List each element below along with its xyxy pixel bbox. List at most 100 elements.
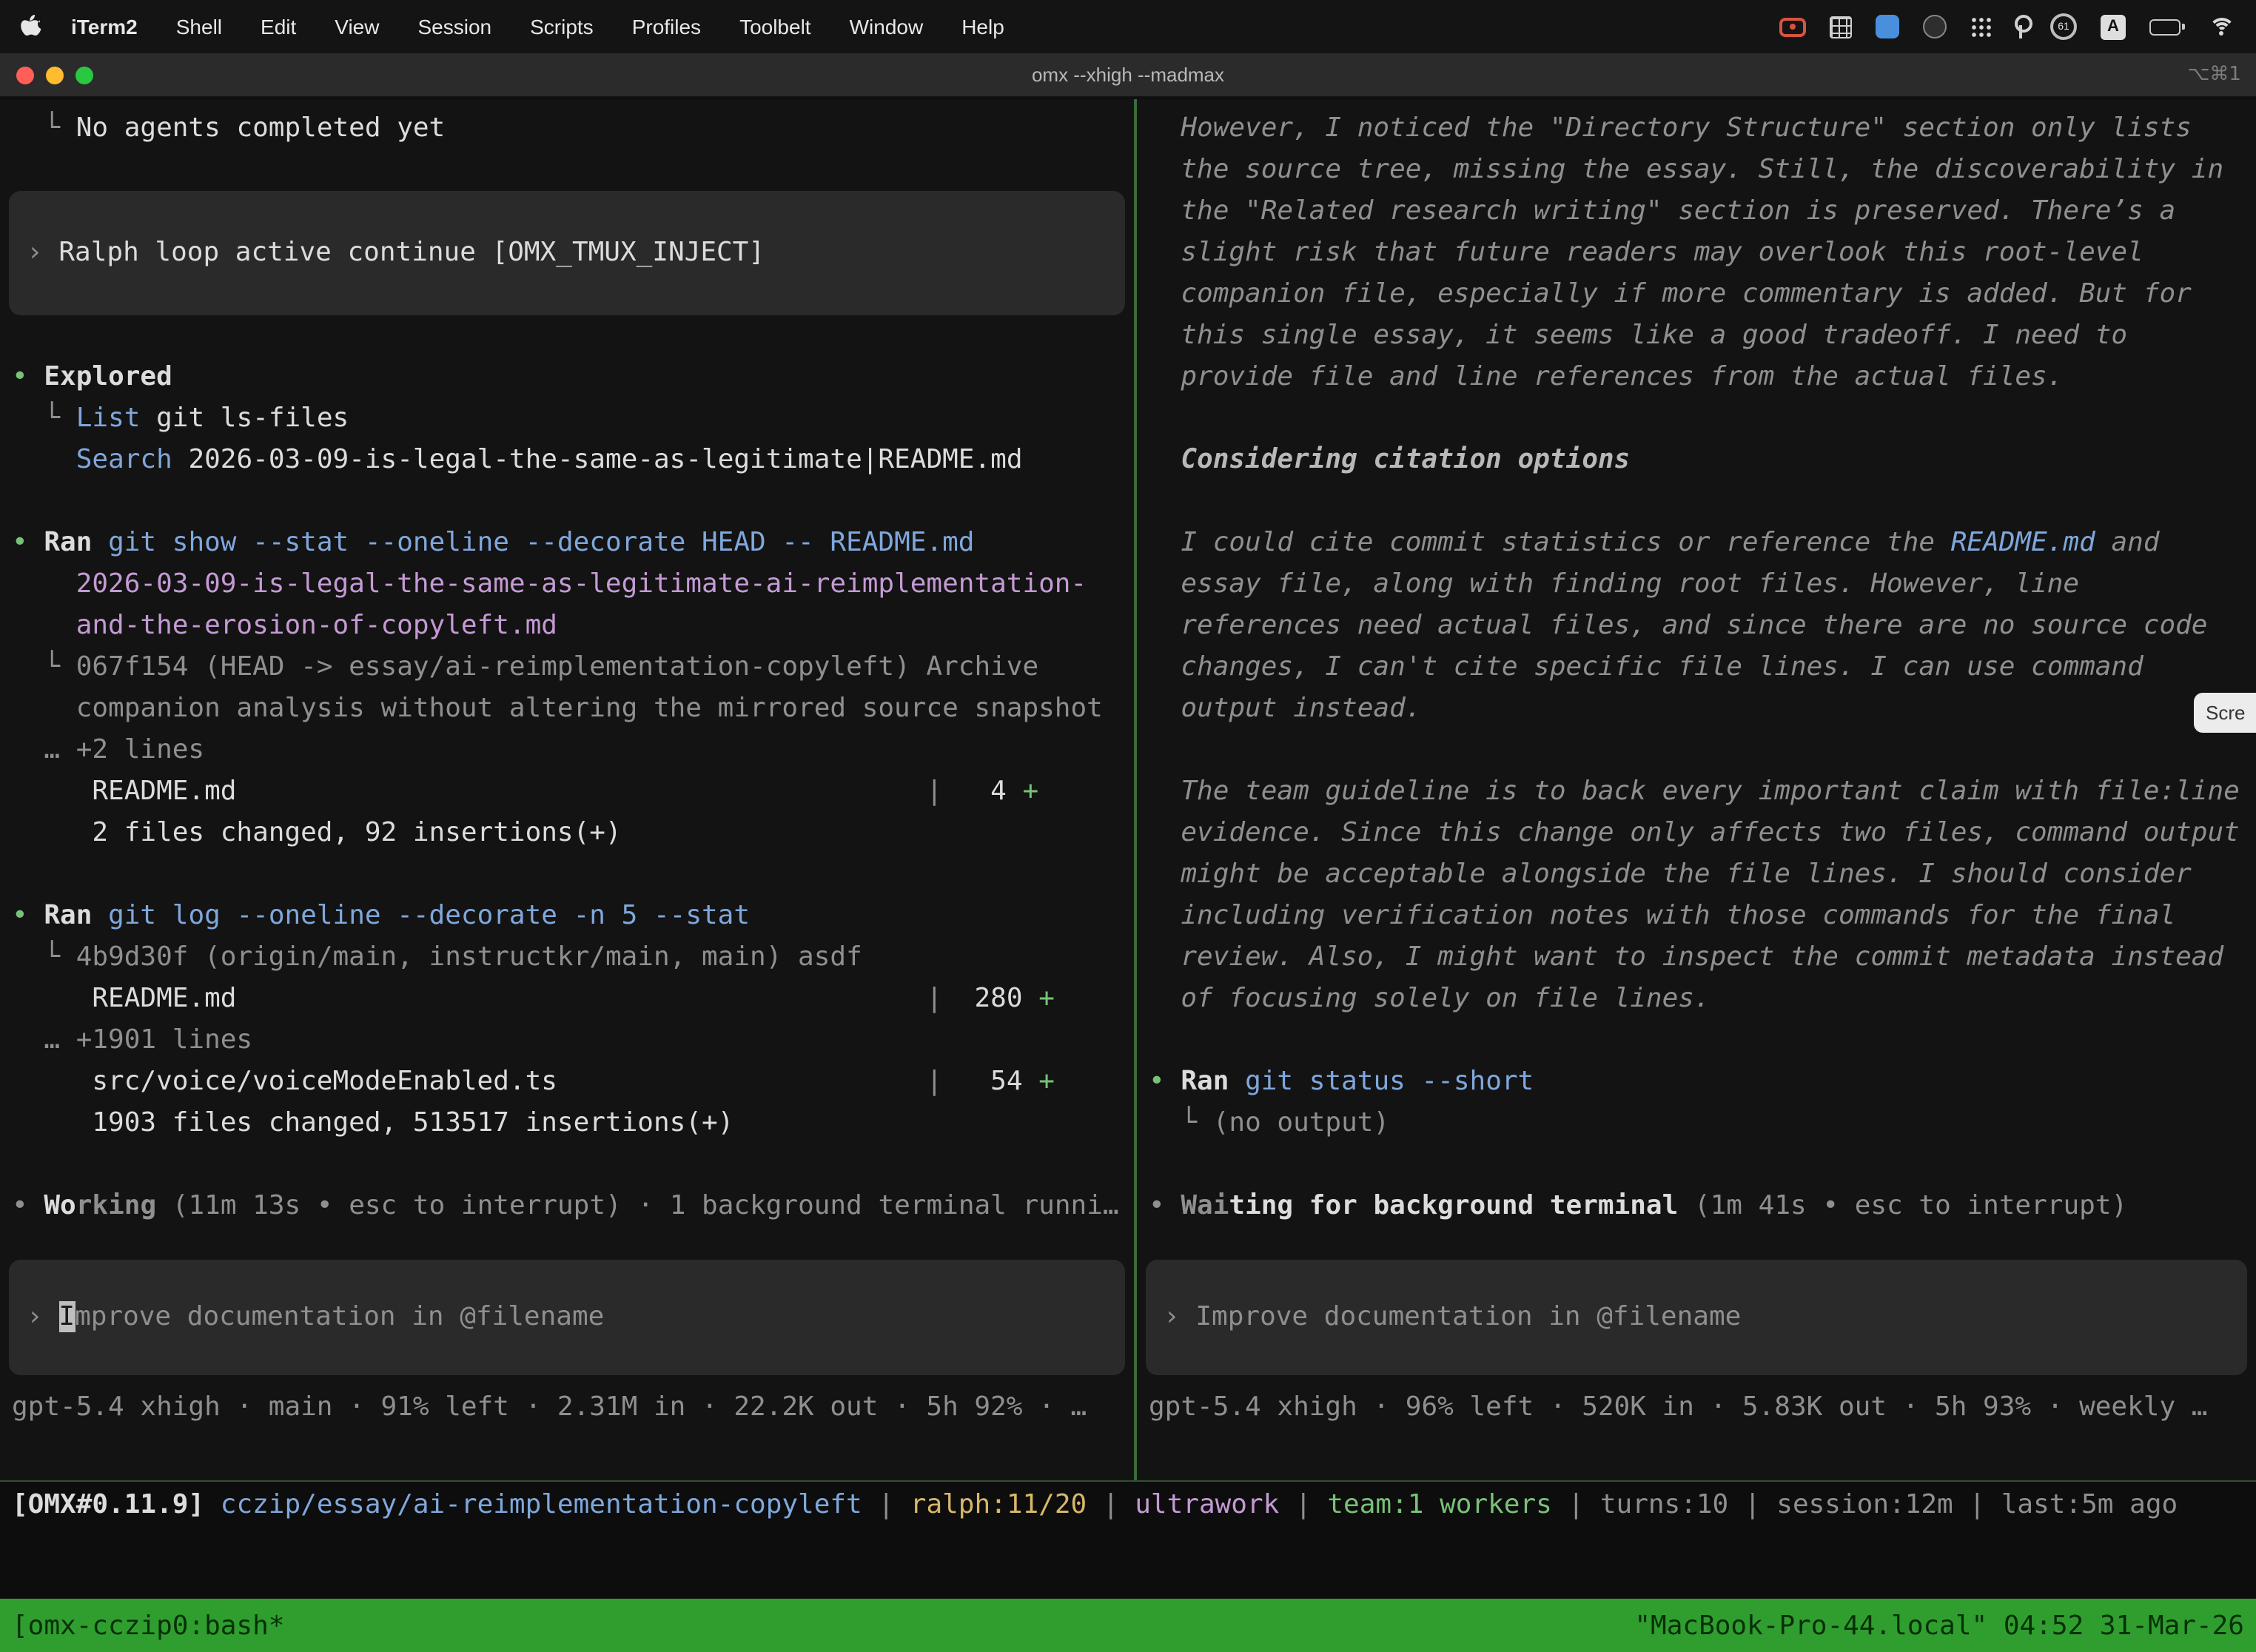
ralph-loop-notice: › Ralph loop active continue [OMX_TMUX_I… — [9, 191, 1125, 315]
dots-grid-icon[interactable] — [1970, 16, 1991, 37]
terminal-line — [1149, 730, 2256, 771]
menu-bar: iTerm2 Shell Edit View Session Scripts Profile… — [0, 0, 2256, 53]
terminal-line: └ List git ls-files — [12, 398, 1134, 440]
window-shortcut-hint: ⌥⌘1 — [2187, 64, 2241, 86]
terminal-line — [1149, 398, 2256, 440]
close-button[interactable] — [16, 66, 34, 84]
terminal-line: Search 2026-03-09-is-legal-the-same-as-l… — [12, 440, 1134, 481]
screen-recording-indicator-icon[interactable] — [1779, 17, 1806, 36]
terminal-line: └ (no output) — [1149, 1103, 2256, 1144]
menu-items: iTerm2 Shell Edit View Session Scripts Profile… — [71, 15, 1004, 38]
terminal-line: • Ran git show --stat --oneline --decora… — [12, 523, 1134, 564]
battery-icon[interactable] — [2149, 19, 2185, 35]
zoom-button[interactable] — [75, 66, 93, 84]
input-source-letter: A — [2107, 18, 2119, 36]
terminal-line: the source tree, missing the essay. Stil… — [1149, 150, 2256, 191]
menu-item-shell[interactable]: Shell — [176, 15, 222, 38]
battery-gauge-label: 61 — [2058, 21, 2069, 32]
terminal-line — [12, 481, 1134, 523]
terminal-line: • Ran git log --oneline --decorate -n 5 … — [12, 896, 1134, 937]
terminal-line: … +1901 lines — [12, 1020, 1134, 1061]
terminal-line: The team guideline is to back every impo… — [1149, 771, 2256, 813]
notice-text: Ralph loop active continue [OMX_TMUX_INJ… — [58, 237, 765, 268]
screen-overlay-tab[interactable]: Scre — [2194, 693, 2256, 733]
terminal-line: └ 067f154 (HEAD -> essay/ai-reimplementa… — [12, 647, 1134, 688]
terminal-line: README.md | 4 + — [12, 771, 1134, 813]
minimize-button[interactable] — [46, 66, 64, 84]
key-icon[interactable] — [2015, 15, 2027, 38]
terminal-line: companion analysis without altering the … — [12, 688, 1134, 730]
terminal-line — [1149, 481, 2256, 523]
terminal-line: and-the-erosion-of-copyleft.md — [12, 605, 1134, 647]
output-block: • Explored └ List git ls-files Search 20… — [12, 315, 1134, 1227]
terminal-line: Considering citation options — [1149, 440, 2256, 481]
terminal-line: └ 4b9d30f (origin/main, instructkr/main,… — [12, 937, 1134, 978]
apple-menu[interactable] — [21, 15, 41, 38]
output-block: However, I noticed the "Directory Struct… — [1149, 108, 2256, 1227]
prompt-input-right[interactable]: › Improve documentation in @filename — [1146, 1260, 2247, 1375]
input-prompt: › — [1164, 1301, 1195, 1332]
terminal-line: • Ran git status --short — [1149, 1061, 2256, 1103]
output-block: └ No agents completed yet — [12, 108, 1134, 191]
window-grid-icon[interactable] — [1830, 16, 1852, 38]
tmux-status-bar: [omx-cczip0:bash* "MacBook-Pro-44.local"… — [0, 1599, 2256, 1652]
dark-app-icon[interactable] — [1923, 15, 1947, 38]
model-status-right: gpt-5.4 xhigh · 96% left · 520K in · 5.8… — [1149, 1387, 2256, 1428]
tmux-session-label: [omx-cczip0:bash* — [12, 1610, 284, 1641]
blue-app-icon[interactable] — [1876, 15, 1899, 38]
menu-item-iterm2[interactable]: iTerm2 — [71, 15, 138, 38]
terminal-line: src/voice/voiceModeEnabled.ts | 54 + — [12, 1061, 1134, 1103]
terminal-line: … +2 lines — [12, 730, 1134, 771]
terminal-line: companion file, especially if more comme… — [1149, 274, 2256, 315]
input-placeholder: Improve documentation in @filename — [1195, 1301, 1741, 1332]
terminal-line: provide file and line references from th… — [1149, 357, 2256, 398]
menu-status-icons: 61 A — [1779, 13, 2235, 40]
input-source-icon[interactable]: A — [2101, 14, 2126, 39]
window-title: omx --xhigh --madmax — [0, 64, 2256, 86]
menu-item-edit[interactable]: Edit — [261, 15, 296, 38]
notice-prompt: › — [27, 237, 58, 268]
terminal-line: essay file, along with finding root file… — [1149, 564, 2256, 605]
menu-item-profiles[interactable]: Profiles — [632, 15, 701, 38]
terminal-line: of focusing solely on file lines. — [1149, 978, 2256, 1020]
apple-logo-icon — [21, 15, 41, 38]
terminal-line: └ No agents completed yet — [12, 108, 1134, 150]
prompt-input-left[interactable]: › Improve documentation in @filename — [9, 1260, 1125, 1375]
terminal-line: I could cite commit statistics or refere… — [1149, 523, 2256, 564]
battery-gauge-icon[interactable]: 61 — [2050, 13, 2077, 40]
menu-item-toolbelt[interactable]: Toolbelt — [739, 15, 811, 38]
window-controls — [16, 66, 93, 84]
screen: iTerm2 Shell Edit View Session Scripts Profile… — [0, 0, 2256, 1652]
terminal-line: including verification notes with those … — [1149, 896, 2256, 937]
terminal-line — [12, 854, 1134, 896]
terminal-line: review. Also, I might want to inspect th… — [1149, 937, 2256, 978]
terminal-line: • Working (11m 13s • esc to interrupt) ·… — [12, 1186, 1134, 1227]
menu-item-scripts[interactable]: Scripts — [530, 15, 594, 38]
menu-item-help[interactable]: Help — [961, 15, 1004, 38]
window-title-bar[interactable]: omx --xhigh --madmax ⌥⌘1 — [0, 53, 2256, 98]
terminal-line: output instead. — [1149, 688, 2256, 730]
omx-status-line: [OMX#0.11.9] cczip/essay/ai-reimplementa… — [0, 1485, 2256, 1526]
tmux-host-clock: "MacBook-Pro-44.local" 04:52 31-Mar-26 — [1634, 1610, 2244, 1641]
menu-item-window[interactable]: Window — [850, 15, 924, 38]
menu-item-view[interactable]: View — [335, 15, 379, 38]
input-prompt: › — [27, 1301, 58, 1332]
terminal-line: evidence. Since this change only affects… — [1149, 813, 2256, 854]
terminal-line: changes, I can't cite specific file line… — [1149, 647, 2256, 688]
menu-item-session[interactable]: Session — [417, 15, 491, 38]
input-placeholder: mprove documentation in @filename — [75, 1301, 604, 1332]
right-agent-pane: However, I noticed the "Directory Struct… — [1137, 99, 2256, 1480]
terminal-line: • Waiting for background terminal (1m 41… — [1149, 1186, 2256, 1227]
terminal-line: README.md | 280 + — [12, 978, 1134, 1020]
terminal-line: might be acceptable alongside the file l… — [1149, 854, 2256, 896]
wifi-icon[interactable] — [2209, 16, 2235, 37]
terminal-line: • Explored — [12, 357, 1134, 398]
terminal-line: 1903 files changed, 513517 insertions(+) — [12, 1103, 1134, 1144]
terminal-line: 2 files changed, 92 insertions(+) — [12, 813, 1134, 854]
terminal-content: └ No agents completed yet › Ralph loop a… — [0, 99, 2256, 1482]
left-agent-pane: └ No agents completed yet › Ralph loop a… — [0, 99, 1137, 1480]
terminal-line: However, I noticed the "Directory Struct… — [1149, 108, 2256, 150]
terminal-line — [1149, 1020, 2256, 1061]
terminal-line: 2026-03-09-is-legal-the-same-as-legitima… — [12, 564, 1134, 605]
terminal-line: references need actual files, and since … — [1149, 605, 2256, 647]
